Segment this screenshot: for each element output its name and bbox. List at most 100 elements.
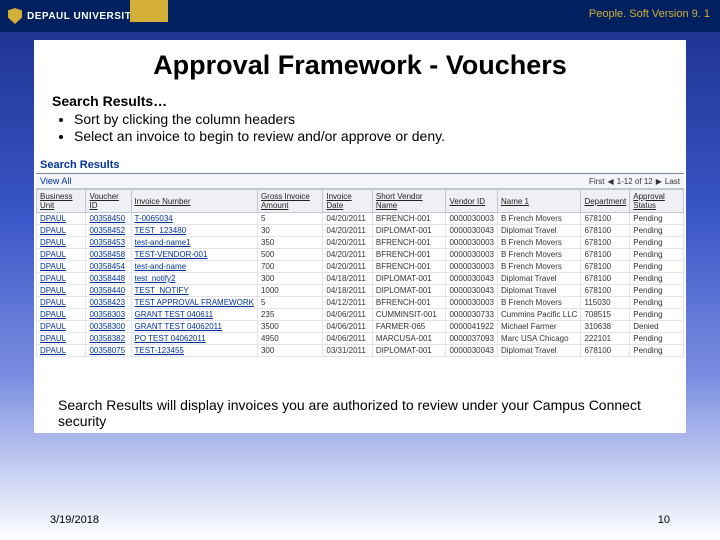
cell-ven: 0000030003 xyxy=(446,249,498,261)
cell-bu[interactable]: DPAUL xyxy=(37,273,86,285)
cell-inv[interactable]: GRANT TEST 040611 xyxy=(131,309,257,321)
cell-ven: 0000030003 xyxy=(446,297,498,309)
cell-vid[interactable]: 00358458 xyxy=(86,249,131,261)
cell-date: 03/31/2011 xyxy=(323,345,373,357)
cell-inv[interactable]: PO TEST 04062011 xyxy=(131,333,257,345)
cell-inv[interactable]: TEST_NOTIFY xyxy=(131,285,257,297)
column-header[interactable]: Name 1 xyxy=(497,190,580,213)
cell-vid[interactable]: 00358448 xyxy=(86,273,131,285)
cell-bu[interactable]: DPAUL xyxy=(37,345,86,357)
cell-vid[interactable]: 00358382 xyxy=(86,333,131,345)
table-row[interactable]: DPAUL00358458TEST-VENDOR-00150004/20/201… xyxy=(37,249,684,261)
cell-vid[interactable]: 00358452 xyxy=(86,225,131,237)
cell-vid[interactable]: 00358300 xyxy=(86,321,131,333)
table-row[interactable]: DPAUL00358300GRANT TEST 04062011350004/0… xyxy=(37,321,684,333)
table-row[interactable]: DPAUL00358452TEST_1234803004/20/2011DIPL… xyxy=(37,225,684,237)
cell-bu[interactable]: DPAUL xyxy=(37,237,86,249)
cell-vid[interactable]: 00358303 xyxy=(86,309,131,321)
table-row[interactable]: DPAUL00358448test_notify230004/18/2011DI… xyxy=(37,273,684,285)
cell-vid[interactable]: 00358423 xyxy=(86,297,131,309)
cell-stat: Pending xyxy=(630,345,684,357)
cell-vid[interactable]: 00358075 xyxy=(86,345,131,357)
cell-dept: 708515 xyxy=(581,309,630,321)
cell-inv[interactable]: TEST_123480 xyxy=(131,225,257,237)
view-all-link[interactable]: View All xyxy=(40,176,71,186)
column-header[interactable]: Voucher ID xyxy=(86,190,131,213)
table-row[interactable]: DPAUL00358075TEST-12345530003/31/2011DIP… xyxy=(37,345,684,357)
cell-inv[interactable]: test-and-name xyxy=(131,261,257,273)
column-header[interactable]: Invoice Number xyxy=(131,190,257,213)
column-header[interactable]: Vendor ID xyxy=(446,190,498,213)
cell-name: B French Movers xyxy=(497,249,580,261)
cell-ven: 0000030733 xyxy=(446,309,498,321)
footer-date: 3/19/2018 xyxy=(50,514,99,526)
cell-bu[interactable]: DPAUL xyxy=(37,309,86,321)
cell-vid[interactable]: 00358453 xyxy=(86,237,131,249)
intro-block: Search Results… Sort by clicking the col… xyxy=(34,93,686,151)
pager-first[interactable]: First xyxy=(589,177,605,186)
cell-bu[interactable]: DPAUL xyxy=(37,261,86,273)
cell-inv[interactable]: TEST-123455 xyxy=(131,345,257,357)
gold-accent xyxy=(130,0,168,22)
cell-dept: 115030 xyxy=(581,297,630,309)
panel-toolbar: View All First ◀ 1-12 of 12 ▶ Last xyxy=(36,174,684,189)
cell-bu[interactable]: DPAUL xyxy=(37,249,86,261)
cell-bu[interactable]: DPAUL xyxy=(37,321,86,333)
cell-name: Diplomat Travel xyxy=(497,273,580,285)
cell-bu[interactable]: DPAUL xyxy=(37,213,86,225)
slide-body: Approval Framework - Vouchers Search Res… xyxy=(34,40,686,433)
table-row[interactable]: DPAUL00358303GRANT TEST 04061123504/06/2… xyxy=(37,309,684,321)
column-header[interactable]: Invoice Date xyxy=(323,190,373,213)
intro-bullet: Sort by clicking the column headers xyxy=(74,111,668,127)
table-row[interactable]: DPAUL00358454test-and-name70004/20/2011B… xyxy=(37,261,684,273)
cell-stat: Pending xyxy=(630,297,684,309)
cell-dept: 678100 xyxy=(581,249,630,261)
cell-ven: 0000037093 xyxy=(446,333,498,345)
column-header[interactable]: Department xyxy=(581,190,630,213)
cell-date: 04/20/2011 xyxy=(323,225,373,237)
cell-inv[interactable]: TEST-VENDOR-001 xyxy=(131,249,257,261)
table-row[interactable]: DPAUL00358440TEST_NOTIFY100004/18/2011DI… xyxy=(37,285,684,297)
cell-svn: DIPLOMAT-001 xyxy=(372,285,446,297)
cell-amt: 350 xyxy=(257,237,322,249)
cell-inv[interactable]: T-0065034 xyxy=(131,213,257,225)
cell-stat: Pending xyxy=(630,249,684,261)
column-header[interactable]: Approval Status xyxy=(630,190,684,213)
cell-bu[interactable]: DPAUL xyxy=(37,297,86,309)
chevron-right-icon[interactable]: ▶ xyxy=(656,177,662,186)
cell-stat: Pending xyxy=(630,333,684,345)
cell-svn: MARCUSA-001 xyxy=(372,333,446,345)
cell-vid[interactable]: 00358454 xyxy=(86,261,131,273)
cell-svn: DIPLOMAT-001 xyxy=(372,225,446,237)
cell-inv[interactable]: TEST APPROVAL FRAMEWORK xyxy=(131,297,257,309)
cell-dept: 678100 xyxy=(581,261,630,273)
cell-stat: Pending xyxy=(630,309,684,321)
intro-lead: Search Results… xyxy=(52,93,668,109)
cell-bu[interactable]: DPAUL xyxy=(37,225,86,237)
table-row[interactable]: DPAUL00358382PO TEST 04062011495004/06/2… xyxy=(37,333,684,345)
column-header[interactable]: Short Vendor Name xyxy=(372,190,446,213)
cell-inv[interactable]: GRANT TEST 04062011 xyxy=(131,321,257,333)
app-version: People. Soft Version 9. 1 xyxy=(589,8,710,20)
pager-last[interactable]: Last xyxy=(665,177,680,186)
cell-ven: 0000030003 xyxy=(446,237,498,249)
cell-name: B French Movers xyxy=(497,237,580,249)
cell-bu[interactable]: DPAUL xyxy=(37,333,86,345)
cell-vid[interactable]: 00358450 xyxy=(86,213,131,225)
chevron-left-icon[interactable]: ◀ xyxy=(608,177,614,186)
cell-inv[interactable]: test_notify2 xyxy=(131,273,257,285)
pager: First ◀ 1-12 of 12 ▶ Last xyxy=(589,177,680,186)
column-header[interactable]: Business Unit xyxy=(37,190,86,213)
table-row[interactable]: DPAUL00358423TEST APPROVAL FRAMEWORK504/… xyxy=(37,297,684,309)
cell-ven: 0000030043 xyxy=(446,273,498,285)
table-row[interactable]: DPAUL00358453test-and-name135004/20/2011… xyxy=(37,237,684,249)
cell-ven: 0000030043 xyxy=(446,225,498,237)
cell-vid[interactable]: 00358440 xyxy=(86,285,131,297)
footer-page: 10 xyxy=(658,514,670,526)
column-header[interactable]: Gross Invoice Amount xyxy=(257,190,322,213)
cell-svn: BFRENCH-001 xyxy=(372,249,446,261)
cell-bu[interactable]: DPAUL xyxy=(37,285,86,297)
cell-inv[interactable]: test-and-name1 xyxy=(131,237,257,249)
table-row[interactable]: DPAUL00358450T-0065034504/20/2011BFRENCH… xyxy=(37,213,684,225)
cell-stat: Pending xyxy=(630,261,684,273)
